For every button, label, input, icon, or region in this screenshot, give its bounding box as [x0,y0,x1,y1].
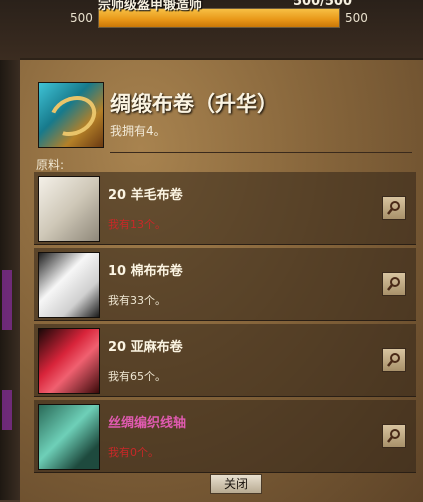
item-owned-count: 我拥有4。 [110,124,166,138]
material-row-linen[interactable]: 20 亚麻布卷 我有65个。 [34,324,416,397]
material-have: 我有65个。 [108,370,166,383]
side-glow [2,270,12,330]
recipe-panel: 绸缎布卷（升华） 我拥有4。 原料: 20 羊毛布卷 我有13个。 10 棉布布… [20,58,423,502]
linen-bolt-icon [38,328,100,394]
progress-count: 500/500 [293,0,353,9]
material-name: 20 羊毛布卷 [108,188,183,203]
magnifier-icon [387,201,400,215]
cotton-bolt-icon [38,252,100,318]
material-name: 丝绸编织线轴 [108,416,187,431]
materials-label: 原料: [36,158,65,172]
silk-bolt-icon[interactable] [38,82,104,148]
side-strip [0,60,20,500]
magnifier-icon [387,429,400,443]
material-row-cotton[interactable]: 10 棉布布卷 我有33个。 [34,248,416,321]
discipline-progress: 500 宗师级盔甲锻造师 500/500 500 [0,0,423,60]
item-name: 绸缎布卷（升华） [110,91,278,116]
material-have: 我有33个。 [108,294,166,307]
side-glow [2,390,12,430]
preview-button[interactable] [382,348,406,372]
swirl-decoration [43,88,103,144]
magnifier-icon [387,353,400,367]
material-name: 10 棉布布卷 [108,264,183,279]
material-row-wool[interactable]: 20 羊毛布卷 我有13个。 [34,172,416,245]
material-have: 我有0个。 [108,446,159,459]
preview-button[interactable] [382,272,406,296]
material-row-silk-spool[interactable]: 丝绸编织线轴 我有0个。 [34,400,416,473]
progress-min-label: 500 [70,11,93,25]
preview-button[interactable] [382,196,406,220]
wool-bolt-icon [38,176,100,242]
silk-spool-icon [38,404,100,470]
material-name: 20 亚麻布卷 [108,340,183,355]
header-divider [110,152,412,153]
magnifier-icon [387,277,400,291]
close-button[interactable]: 关闭 [210,474,262,494]
preview-button[interactable] [382,424,406,448]
progress-max-label: 500 [345,11,368,25]
material-have: 我有13个。 [108,218,166,231]
discipline-title: 宗师级盔甲锻造师 [98,0,203,13]
